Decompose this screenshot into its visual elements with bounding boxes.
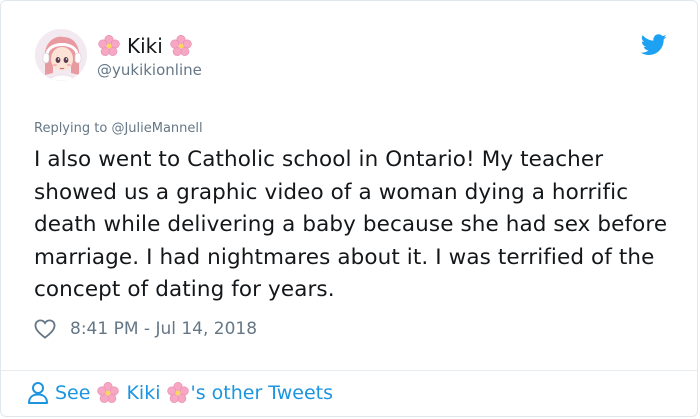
tweet-text: I also went to Catholic school in Ontari…: [34, 147, 668, 302]
tweet-card: Kiki @yukikionline Replying to @JulieMan…: [0, 0, 698, 417]
see-label: See: [55, 382, 91, 404]
tweet-meta: 8:41 PM - Jul 14, 2018: [34, 319, 257, 339]
replying-to-label: Replying to: [34, 121, 108, 136]
replying-to: Replying to @JulieMannell: [34, 121, 203, 136]
cherry-blossom-icon: [169, 34, 193, 58]
footer-name: Kiki: [126, 382, 161, 404]
person-icon: [27, 381, 49, 405]
footer-suffix: 's other Tweets: [190, 382, 334, 404]
cherry-blossom-icon: [166, 381, 190, 405]
cherry-blossom-icon: [97, 34, 121, 58]
timestamp[interactable]: 8:41 PM - Jul 14, 2018: [70, 319, 257, 339]
heart-icon[interactable]: [34, 319, 56, 339]
divider: [1, 370, 697, 371]
avatar[interactable]: [35, 29, 87, 81]
display-name: Kiki: [127, 34, 163, 58]
user-handle[interactable]: @yukikionline: [97, 61, 202, 79]
display-name-row[interactable]: Kiki: [97, 32, 193, 60]
reply-mention-link[interactable]: @JulieMannell: [111, 121, 202, 136]
twitter-bird-icon[interactable]: [640, 34, 667, 56]
see-other-tweets-link[interactable]: See Kiki 's other Tweets: [27, 381, 333, 405]
cherry-blossom-icon: [96, 381, 120, 405]
